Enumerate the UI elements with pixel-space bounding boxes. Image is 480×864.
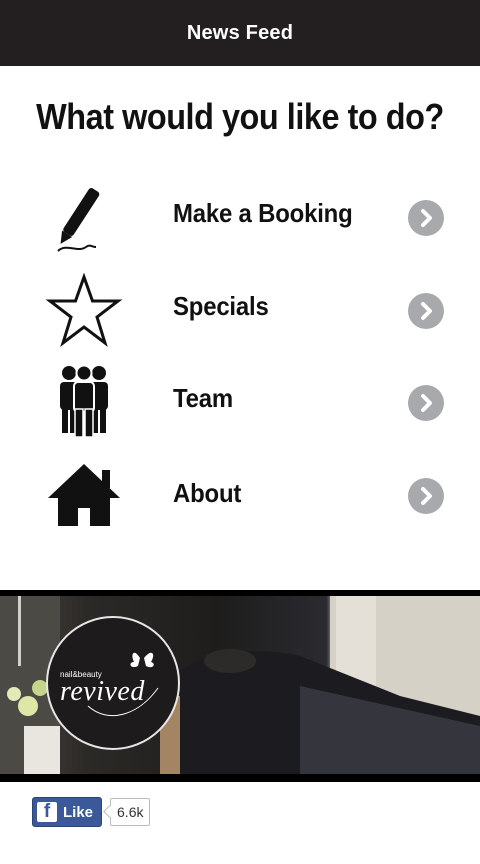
chevron-right-icon[interactable] [408, 293, 444, 329]
menu-item-team[interactable]: Team [0, 357, 480, 447]
menu-label: Team [173, 383, 233, 413]
like-label: Like [63, 803, 94, 821]
facebook-like-widget: f Like 6.6k [32, 797, 151, 827]
pen-icon [44, 177, 124, 257]
menu-label: Make a Booking [173, 198, 353, 228]
chevron-right-icon[interactable] [408, 478, 444, 514]
revived-logo: nail&beauty revived [46, 616, 180, 750]
chevron-right-icon[interactable] [408, 385, 444, 421]
menu-label: About [173, 478, 242, 508]
menu-item-specials[interactable]: Specials [0, 265, 480, 355]
menu-item-make-a-booking[interactable]: Make a Booking [0, 172, 480, 262]
like-count-bubble: 6.6k [103, 798, 151, 826]
chevron-right-icon[interactable] [408, 200, 444, 236]
like-count: 6.6k [110, 798, 151, 826]
top-bar: News Feed [0, 0, 480, 66]
menu-label: Specials [173, 291, 269, 321]
page-title: News Feed [186, 21, 294, 44]
salon-banner: nail&beauty revived [0, 590, 480, 782]
house-icon [44, 462, 124, 542]
people-icon [44, 363, 124, 443]
menu-item-about[interactable]: About [0, 450, 480, 540]
star-icon [44, 272, 124, 353]
facebook-icon: f [37, 802, 57, 822]
prompt-heading: What would you like to do? [36, 96, 444, 137]
facebook-like-button[interactable]: f Like [32, 797, 103, 827]
logo-text: revived [60, 676, 145, 707]
